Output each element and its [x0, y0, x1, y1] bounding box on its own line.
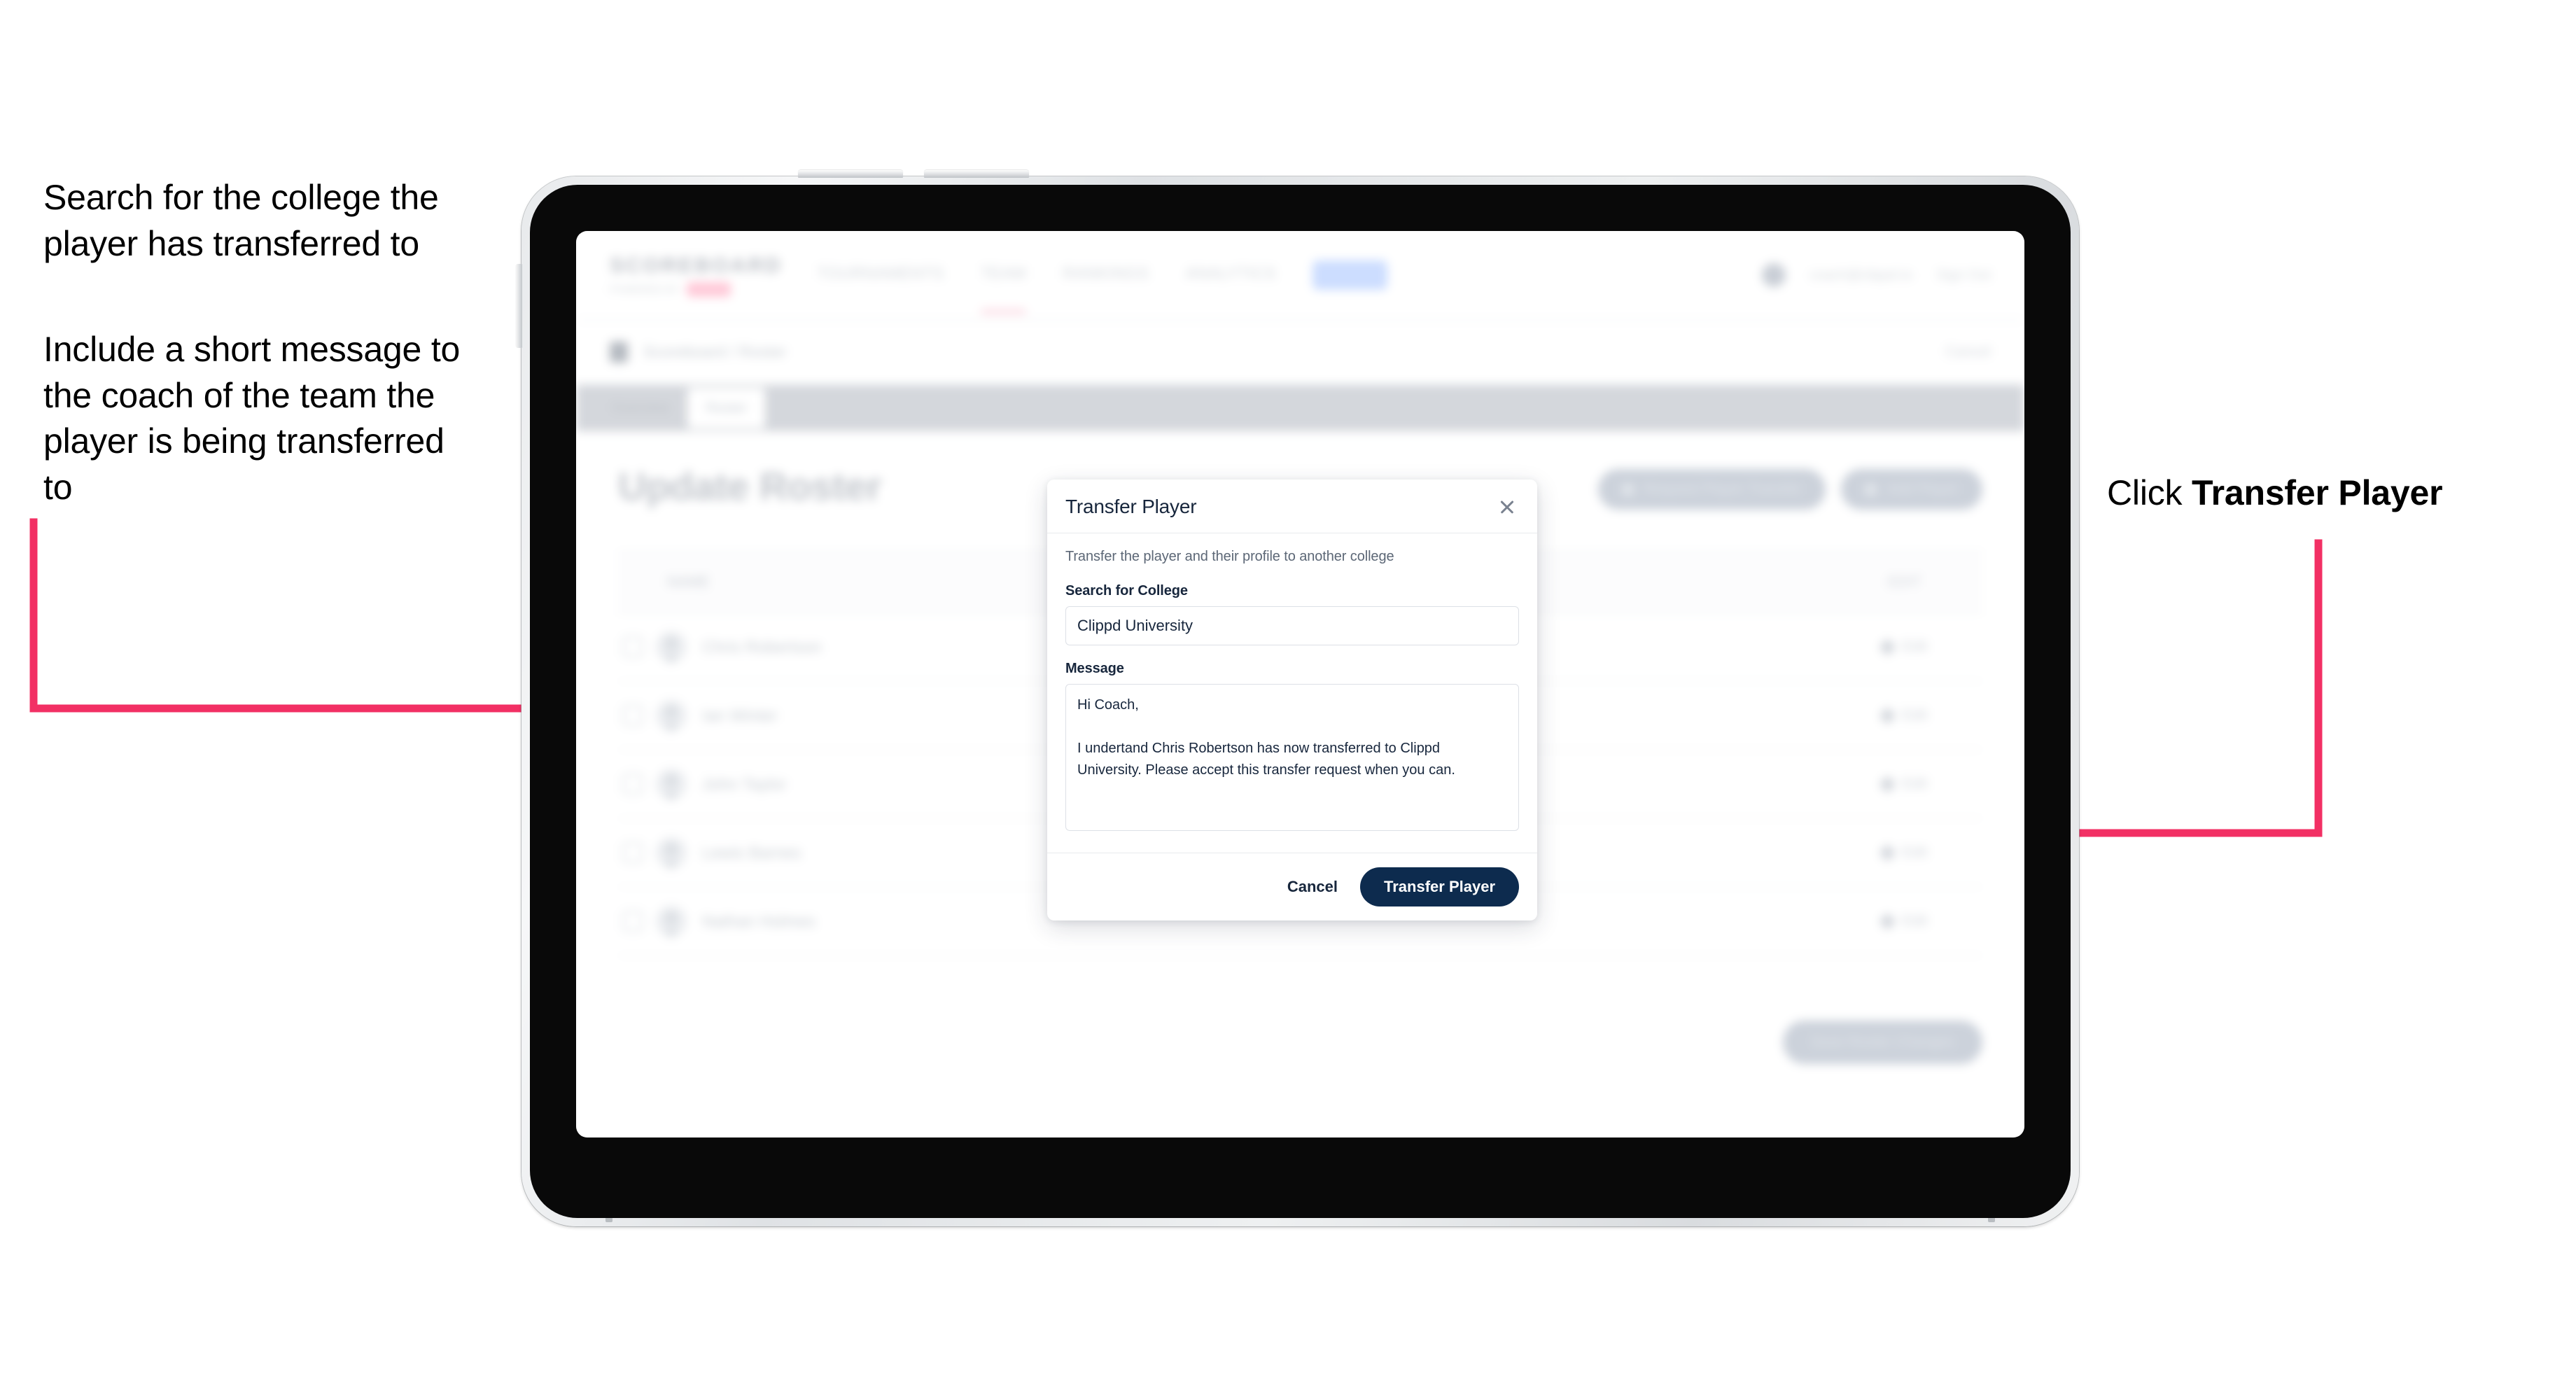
- brand-wordmark: SCOREBOARD: [610, 253, 783, 277]
- nav-item-analytics[interactable]: ANALYTICS: [1185, 264, 1276, 287]
- app-top-navigation: SCOREBOARD POWERED BY GOLF TOURNAMENTS T…: [576, 231, 2024, 321]
- pencil-icon: [1879, 638, 1896, 656]
- brand-chip: GOLF: [686, 281, 732, 297]
- add-player-label: Add Player: [1886, 481, 1959, 497]
- row-edit-label: Edit: [1902, 638, 1928, 654]
- row-edit-action[interactable]: Edit: [1831, 844, 1978, 862]
- tab-overview[interactable]: Overview: [593, 385, 687, 431]
- row-edit-label: Edit: [1902, 913, 1928, 929]
- column-header-name: NAME: [667, 574, 710, 590]
- table-row[interactable]: John Taylor Edit: [618, 750, 1982, 819]
- plus-icon: [1865, 483, 1877, 496]
- app-background-blurred: SCOREBOARD POWERED BY GOLF TOURNAMENTS T…: [576, 231, 2024, 1138]
- roster-footer: Save Roster Changes: [618, 1021, 1982, 1064]
- tab-strip: Overview Roster: [576, 385, 2024, 431]
- nav-item-rankings[interactable]: RANKINGS: [1063, 264, 1149, 287]
- breadcrumb-cancel-link[interactable]: Cancel: [1945, 344, 1991, 360]
- power-button[interactable]: [515, 264, 522, 348]
- player-name: Chris Robertson: [702, 637, 822, 656]
- pencil-icon: [1879, 706, 1896, 724]
- page-body: Update Roster Request Player Transfer Ad…: [576, 431, 2024, 1138]
- tab-roster[interactable]: Roster: [687, 388, 766, 428]
- row-checkbox[interactable]: [622, 636, 643, 657]
- pencil-icon: [1879, 844, 1896, 862]
- annotation-click-transfer: Click Transfer Player: [2107, 470, 2499, 516]
- device-screen: SCOREBOARD POWERED BY GOLF TOURNAMENTS T…: [576, 231, 2024, 1138]
- row-edit-label: Edit: [1902, 844, 1928, 860]
- row-checkbox[interactable]: [622, 774, 643, 794]
- row-checkbox[interactable]: [622, 911, 643, 932]
- table-row[interactable]: Lewis Barnes Edit: [618, 819, 1982, 888]
- page-header: Update Roster Request Player Transfer Ad…: [618, 463, 1982, 510]
- page-title: Update Roster: [618, 464, 882, 508]
- nav-item-tournaments[interactable]: TOURNAMENTS: [817, 264, 944, 287]
- player-name: Nathan Holmes: [702, 911, 816, 930]
- player-avatar-icon: [656, 769, 687, 799]
- table-row[interactable]: Nathan Holmes Edit: [618, 888, 1982, 956]
- tablet-device-frame: SCOREBOARD POWERED BY GOLF TOURNAMENTS T…: [515, 170, 2079, 1226]
- roster-table: NAME EDIT Chris Robertson Edit Ian Winte…: [618, 552, 1982, 956]
- player-avatar-icon: [656, 631, 687, 662]
- annotation-click-prefix: Click: [2107, 473, 2192, 512]
- player-avatar-icon: [656, 837, 687, 868]
- brand-logo[interactable]: SCOREBOARD POWERED BY GOLF: [610, 253, 783, 297]
- roster-table-header: NAME EDIT: [618, 553, 1982, 613]
- pencil-icon: [1879, 912, 1896, 930]
- request-player-transfer-label: Request Player Transfer: [1643, 481, 1802, 497]
- transfer-icon: [1621, 483, 1634, 496]
- row-edit-action[interactable]: Edit: [1831, 706, 1978, 724]
- sign-out-link[interactable]: Sign Out: [1936, 267, 1991, 284]
- nav-item-team[interactable]: TEAM: [980, 264, 1027, 314]
- user-avatar-icon[interactable]: [1762, 263, 1786, 287]
- nav-badge-more[interactable]: MORE: [1312, 260, 1388, 290]
- save-roster-changes-button[interactable]: Save Roster Changes: [1782, 1021, 1982, 1064]
- request-player-transfer-button[interactable]: Request Player Transfer: [1597, 469, 1826, 510]
- player-name: John Taylor: [702, 774, 787, 793]
- row-checkbox[interactable]: [622, 705, 643, 726]
- annotation-click-bold: Transfer Player: [2192, 473, 2443, 512]
- row-checkbox[interactable]: [622, 842, 643, 863]
- add-player-button[interactable]: Add Player: [1841, 469, 1982, 510]
- breadcrumb-bar: Scoreboard / Roster Cancel: [576, 321, 2024, 385]
- volume-up-button[interactable]: [798, 170, 903, 178]
- scoreboard-icon: [610, 342, 628, 363]
- player-avatar-icon: [656, 906, 687, 937]
- table-row[interactable]: Chris Robertson Edit: [618, 613, 1982, 682]
- top-nav-account-area: coach@clippd.io Sign Out: [1762, 263, 1991, 287]
- top-nav-links: TOURNAMENTS TEAM RANKINGS ANALYTICS MORE: [817, 260, 1388, 314]
- row-edit-action[interactable]: Edit: [1831, 912, 1978, 930]
- row-edit-action[interactable]: Edit: [1831, 775, 1978, 793]
- pencil-icon: [1879, 775, 1896, 793]
- column-header-edit: EDIT: [1888, 574, 1921, 590]
- row-edit-label: Edit: [1902, 707, 1928, 723]
- row-edit-action[interactable]: Edit: [1831, 638, 1978, 656]
- player-avatar-icon: [656, 700, 687, 731]
- brand-subline: POWERED BY GOLF: [610, 281, 757, 297]
- table-row[interactable]: Ian Winter Edit: [618, 682, 1982, 750]
- player-name: Lewis Barnes: [702, 843, 802, 862]
- breadcrumb-text: Scoreboard / Roster: [643, 343, 787, 360]
- page-header-actions: Request Player Transfer Add Player: [1597, 463, 1982, 510]
- player-name: Ian Winter: [702, 706, 778, 724]
- brand-tagline: POWERED BY: [610, 284, 680, 295]
- annotation-search-college: Search for the college the player has tr…: [43, 178, 439, 263]
- account-email: coach@clippd.io: [1809, 267, 1913, 283]
- annotation-include-message: Include a short message to the coach of …: [43, 330, 461, 507]
- row-edit-label: Edit: [1902, 776, 1928, 792]
- volume-down-button[interactable]: [924, 170, 1029, 178]
